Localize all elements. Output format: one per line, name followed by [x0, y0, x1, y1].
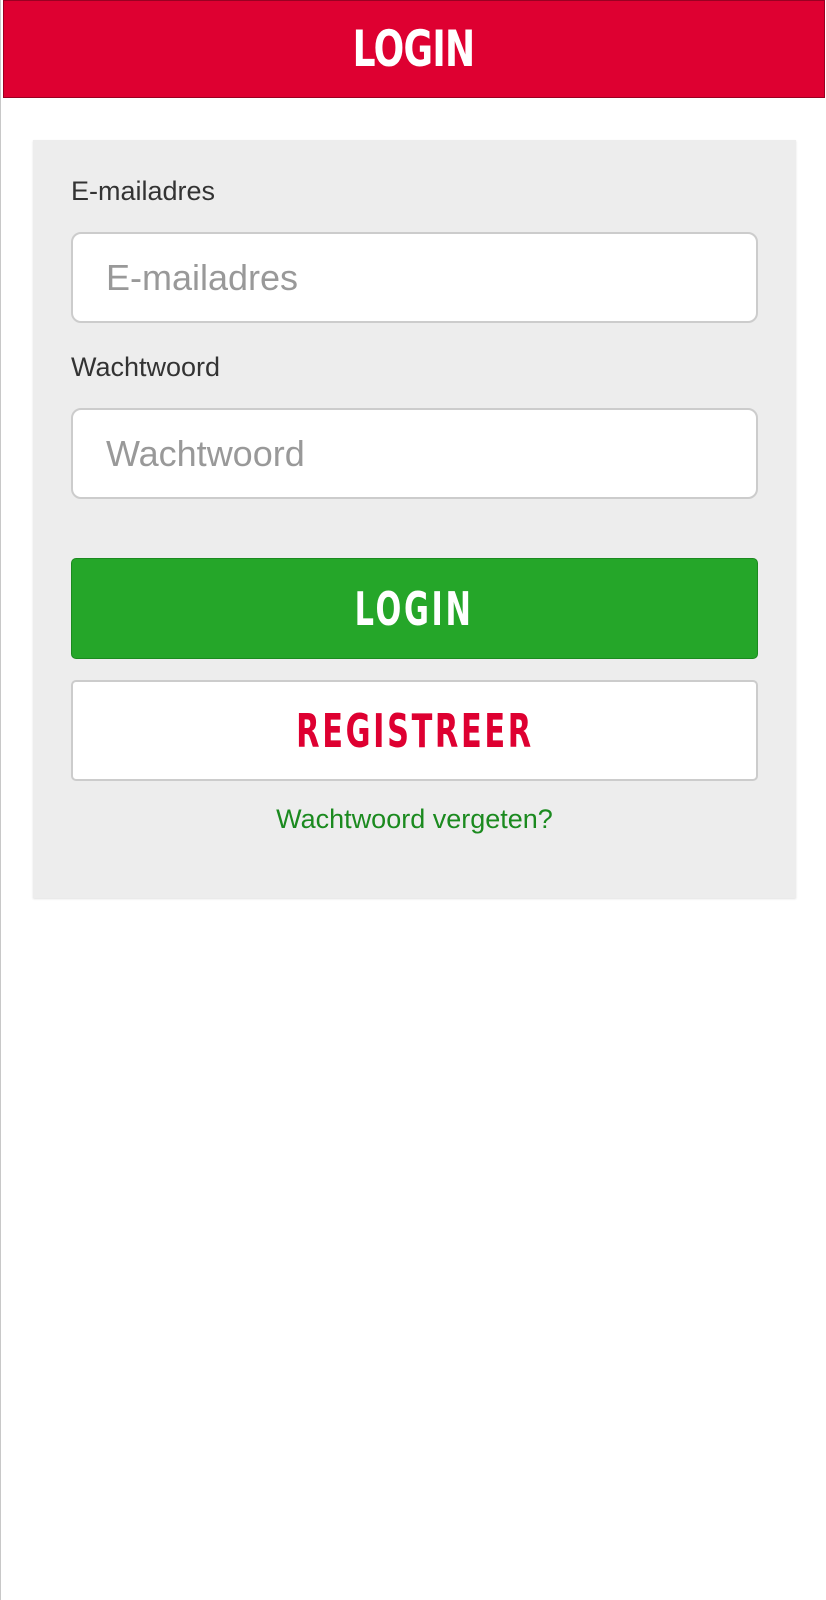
email-label: E-mailadres [71, 176, 216, 206]
login-panel: E-mailadres Wachtwoord LOGIN REGISTREER … [33, 140, 796, 898]
email-field[interactable] [71, 232, 758, 323]
forgot-password-link[interactable]: Wachtwoord vergeten? [33, 804, 796, 835]
login-button[interactable]: LOGIN [71, 558, 758, 659]
register-button-label: REGISTREER [295, 703, 534, 758]
page: LOGIN E-mailadres Wachtwoord LOGIN REGIS… [0, 0, 826, 1600]
password-label: Wachtwoord [71, 352, 221, 382]
header-bar: LOGIN [3, 0, 825, 98]
login-button-label: LOGIN [355, 581, 474, 636]
password-field[interactable] [71, 408, 758, 499]
page-title: LOGIN [353, 20, 475, 78]
register-button[interactable]: REGISTREER [71, 680, 758, 781]
